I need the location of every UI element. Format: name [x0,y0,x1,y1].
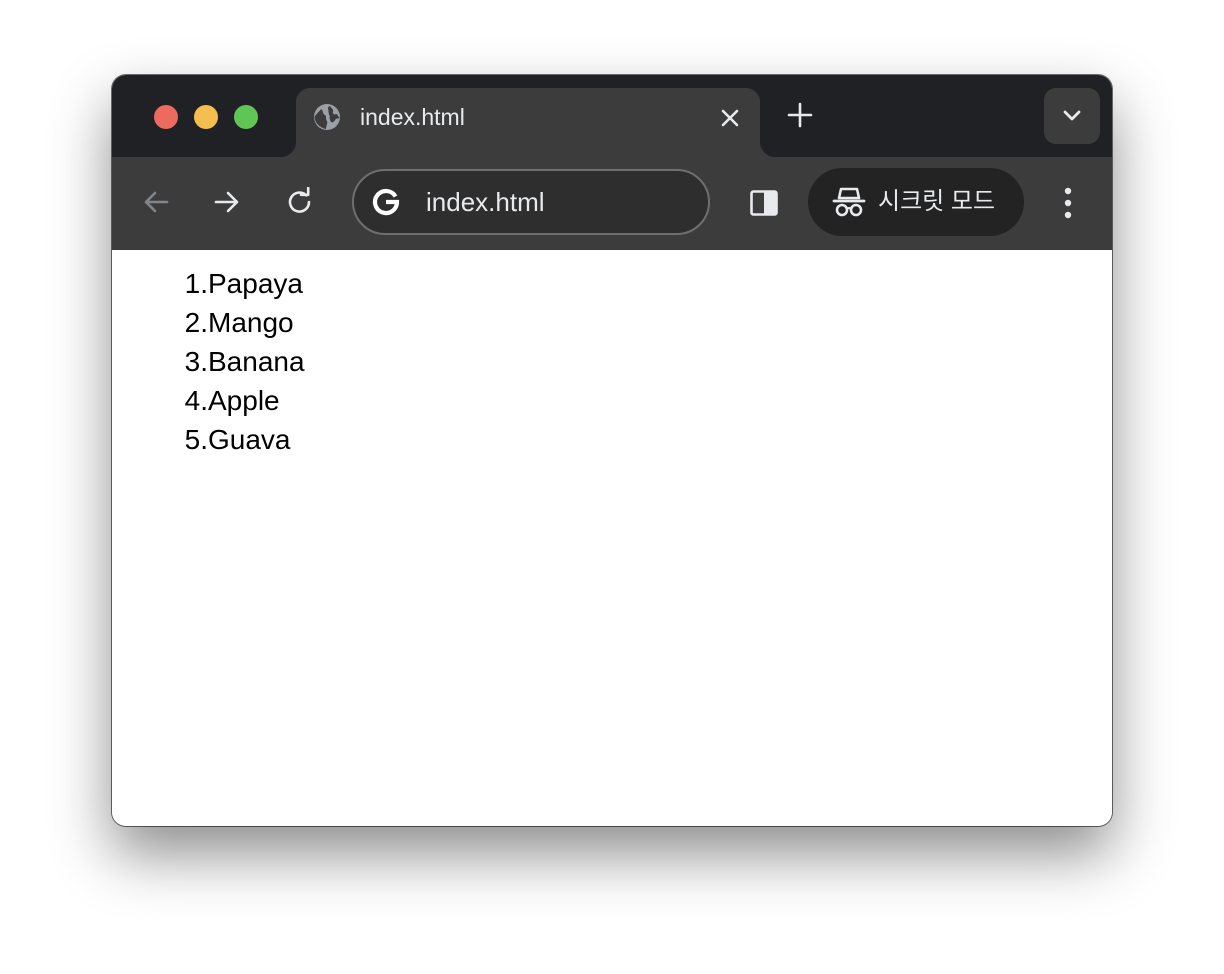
list-item: 2. Mango [170,303,305,342]
list-item-number: 4. [184,385,208,416]
list-item-text: Papaya [208,268,303,299]
toolbar: index.html 시크릿 모드 [112,157,1112,250]
side-panel-icon[interactable] [746,185,782,221]
chevron-down-icon[interactable] [1044,88,1100,144]
arrow-right-icon[interactable] [209,184,245,220]
list-item-number: 3. [184,346,208,377]
close-icon[interactable] [716,104,744,132]
list-item-number: 2. [184,307,208,338]
list-item: 4. Apple [170,381,305,420]
incognito-button[interactable]: 시크릿 모드 [808,168,1024,236]
list-item-text: Banana [208,346,305,377]
list-item-number: 1. [184,268,208,299]
list-item-number: 5. [184,424,208,455]
window-maximize-button[interactable] [234,105,258,129]
globe-icon [312,102,342,132]
arrow-left-icon[interactable] [138,184,174,220]
address-bar-text: index.html [426,187,545,217]
plus-icon[interactable] [782,97,818,133]
incognito-icon [832,185,866,219]
window-minimize-button[interactable] [194,105,218,129]
reload-icon[interactable] [282,184,318,220]
fruit-list: 1. Papaya 2. Mango 3. Banana 4. Apple 5.… [170,264,305,459]
google-g-icon [370,186,402,218]
list-item-text: Guava [208,424,291,455]
address-bar[interactable]: index.html [352,169,710,235]
more-vert-icon[interactable] [1052,183,1084,223]
list-item-text: Mango [208,307,294,338]
list-item-text: Apple [208,385,280,416]
tab-strip: index.html [112,75,1112,157]
tab-title: index.html [360,104,465,130]
incognito-label: 시크릿 모드 [878,188,996,215]
list-item: 5. Guava [170,420,305,459]
list-item: 3. Banana [170,342,305,381]
tab-index-html[interactable]: index.html [280,88,776,157]
browser-window: index.html index.html 시크릿 모드 1. Papaya 2… [112,75,1112,826]
page-content: 1. Papaya 2. Mango 3. Banana 4. Apple 5.… [112,250,1112,826]
window-close-button[interactable] [154,105,178,129]
list-item: 1. Papaya [170,264,305,303]
